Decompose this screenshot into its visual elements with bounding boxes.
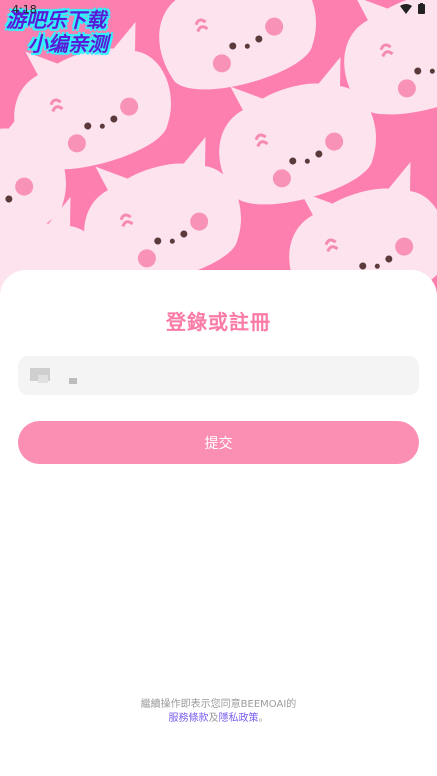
submit-button[interactable]: 提交 [18,421,419,464]
page-title: 登錄或註冊 [166,310,271,334]
terms-connector: 及 [208,713,219,724]
phone-input[interactable] [78,356,412,397]
wifi-icon [400,3,412,14]
status-time: 4:18 [12,3,37,16]
terms-prefix: 繼續操作即表示您同意BEEMOAI的 [140,699,297,710]
phone-field[interactable] [18,356,419,397]
terms-links-line: 服務條款及隱私政策。 [0,712,437,726]
hero-banner: 4:18 游吧乐下载 小编亲测 [0,0,437,300]
terms-of-service-link[interactable]: 服務條款 [169,713,209,724]
status-icons [400,3,425,14]
login-card: 登錄或註冊 提交 繼續操作即表示您同意BEEMOAI的 服務條款及隱私政策。 [0,270,437,776]
status-bar: 4:18 [0,0,437,20]
country-code-placeholder-part [38,375,48,383]
input-cursor-mark [69,378,77,384]
battery-icon [418,3,425,14]
terms-suffix: 。 [258,713,269,724]
terms-notice: 繼續操作即表示您同意BEEMOAI的 服務條款及隱私政策。 [0,698,437,726]
watermark-line-2: 小编亲测 [28,32,108,56]
privacy-policy-link[interactable]: 隱私政策 [219,713,259,724]
